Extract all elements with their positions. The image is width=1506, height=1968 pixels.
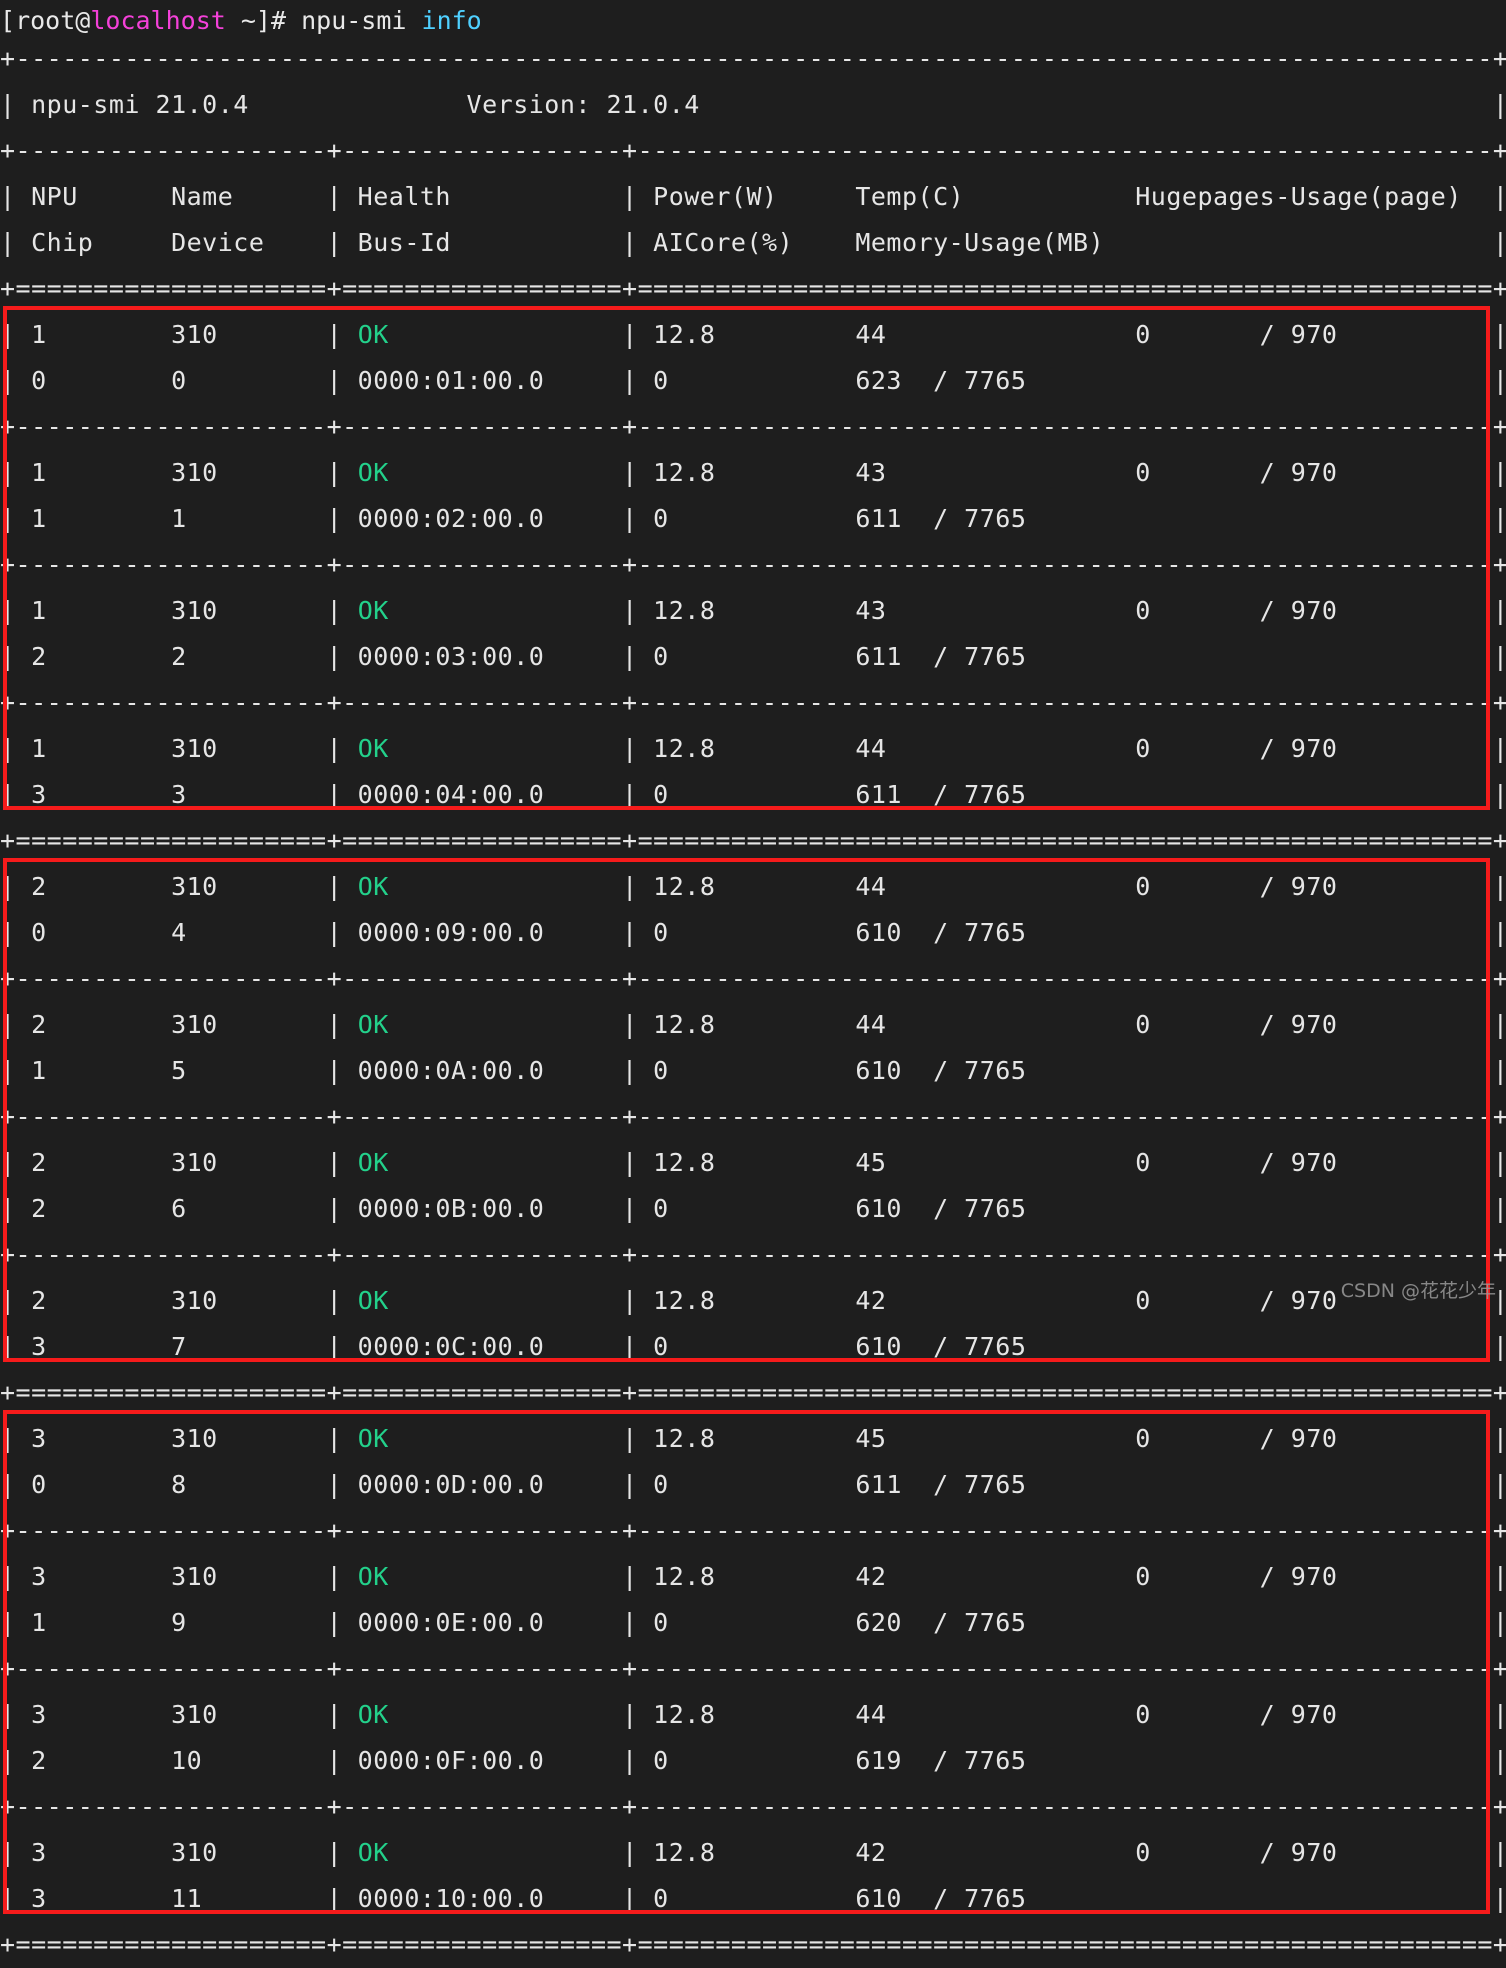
- prompt-bracket-close: ]: [255, 6, 271, 35]
- prompt-path: ~: [225, 6, 256, 35]
- npu-smi-table: +---------------------------------------…: [0, 44, 1506, 1959]
- csdn-watermark: CSDN @花花少年: [1340, 1280, 1496, 1302]
- prompt-sigil: #: [270, 6, 302, 35]
- command-name: npu-smi: [301, 6, 422, 35]
- prompt-hostname: localhost: [90, 6, 226, 35]
- terminal-window: [root@localhost ~]# npu-smi info +------…: [0, 0, 1506, 1959]
- prompt-bracket-open: [: [0, 6, 16, 35]
- prompt-at: @: [75, 6, 91, 35]
- command-subcommand: info: [421, 6, 482, 35]
- prompt-user: root: [15, 6, 76, 35]
